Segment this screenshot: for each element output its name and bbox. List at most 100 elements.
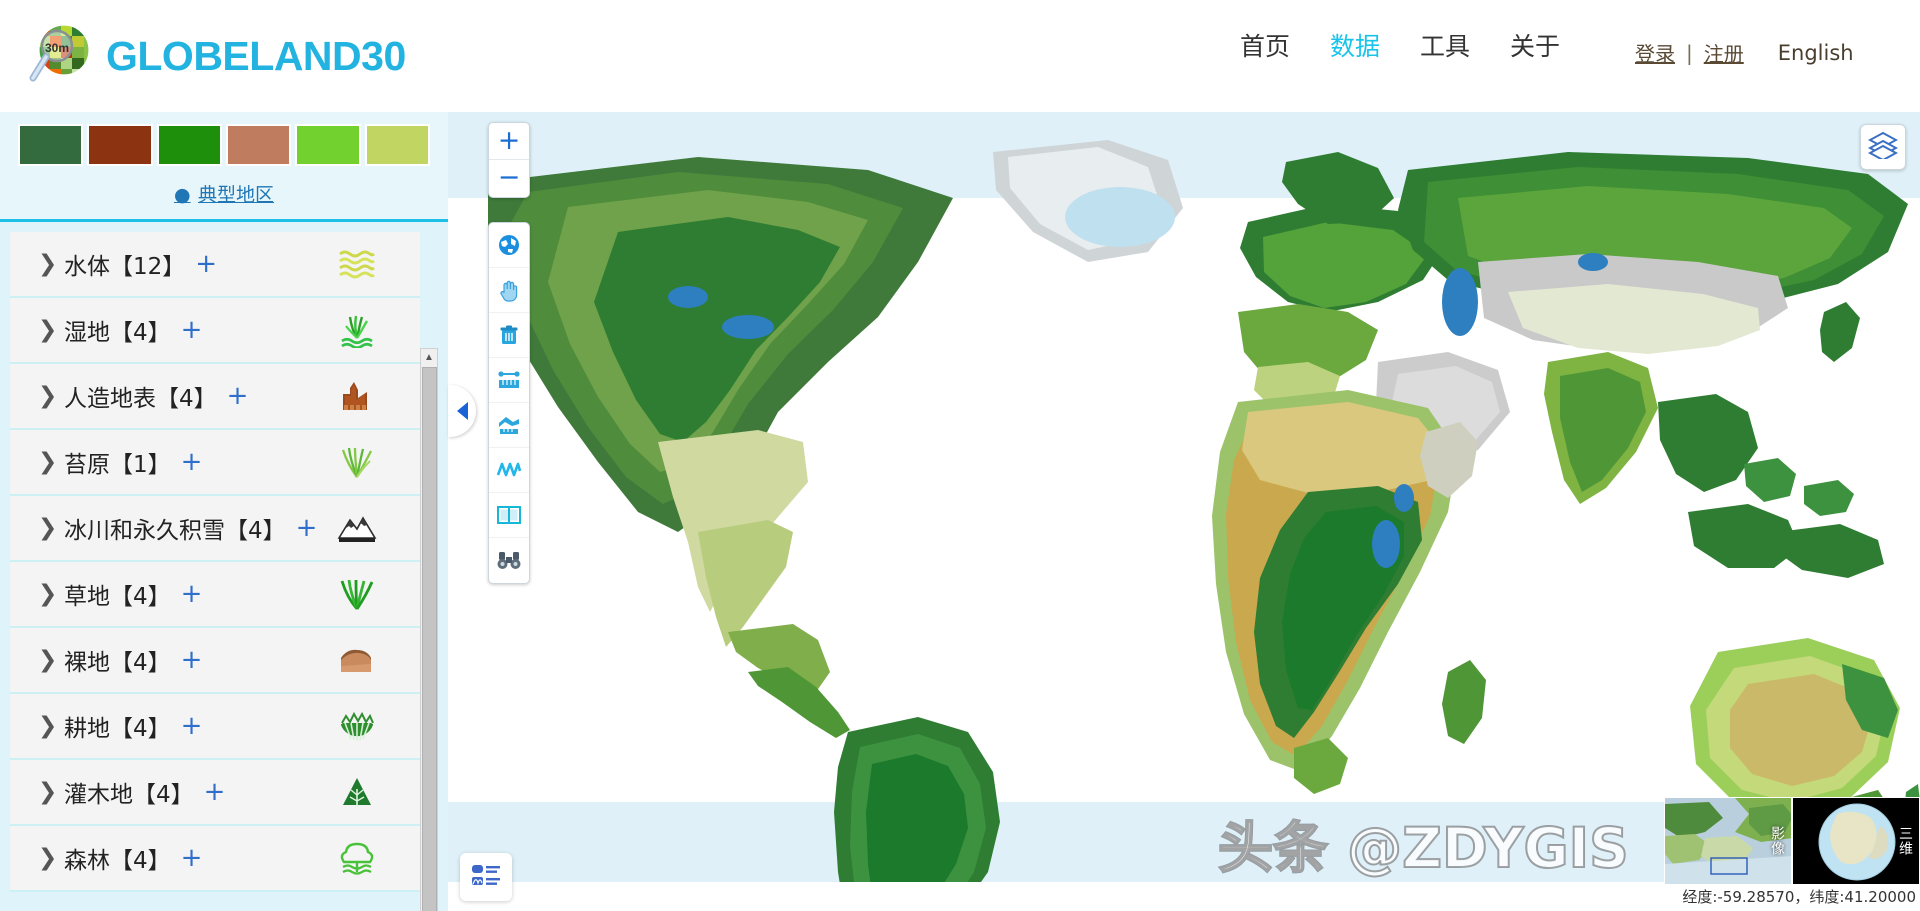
data-sidebar: ● 典型地区 ❯ 水体 【12】 + ❯ 湿地 【4】 + ❯ 人造地表 【4】… <box>0 112 448 911</box>
site-header: 30m GLOBELAND30 首页 数据 工具 关于 登录 | 注册 Engl… <box>0 0 1920 112</box>
category-label: 冰川和永久积雪 <box>64 518 225 544</box>
binoculars-icon[interactable] <box>489 538 529 583</box>
category-label: 草地 <box>64 584 110 610</box>
site-logo[interactable]: 30m GLOBELAND30 <box>24 20 406 92</box>
category-row-wetland[interactable]: ❯ 湿地 【4】 + <box>10 298 420 364</box>
color-swatch-0[interactable] <box>18 124 84 166</box>
basemap-thumbnails: 影像 三维 <box>1664 797 1920 885</box>
login-link[interactable]: 登录 <box>1635 38 1675 67</box>
chevron-right-icon[interactable]: ❯ <box>38 449 64 475</box>
category-row-bare-land[interactable]: ❯ 裸地 【4】 + <box>10 628 420 694</box>
nav-item-tools[interactable]: 工具 <box>1420 34 1470 59</box>
typical-area-link[interactable]: ● 典型地区 <box>0 166 448 222</box>
map-tool-strip <box>488 222 530 584</box>
category-add-button[interactable]: + <box>181 315 203 345</box>
measure-area-icon[interactable] <box>489 403 529 448</box>
language-switch-link[interactable]: English <box>1778 41 1854 65</box>
category-row-water[interactable]: ❯ 水体 【12】 + <box>10 232 420 298</box>
category-list[interactable]: ❯ 水体 【12】 + ❯ 湿地 【4】 + ❯ 人造地表 【4】 + ❯ 苔原… <box>10 232 438 892</box>
category-add-button[interactable]: + <box>204 777 226 807</box>
color-swatch-5[interactable] <box>364 124 430 166</box>
category-label: 森林 <box>64 848 110 874</box>
trash-icon[interactable] <box>489 313 529 358</box>
category-row-glacier-snow[interactable]: ❯ 冰川和永久积雪 【4】 + <box>10 496 420 562</box>
coordinate-readout: 经度:-59.28570，纬度:41.20000 <box>1682 888 1916 906</box>
category-count: 【4】 <box>133 782 194 808</box>
nav-separator: | <box>1686 40 1693 65</box>
chevron-right-icon[interactable]: ❯ <box>38 317 64 343</box>
polyline-icon[interactable] <box>489 448 529 493</box>
layers-button[interactable] <box>1860 124 1906 170</box>
category-add-button[interactable]: + <box>227 381 249 411</box>
scroll-up-arrow[interactable]: ▲ <box>421 349 437 366</box>
bare-land-icon <box>336 639 378 681</box>
category-label: 灌木地 <box>64 782 133 808</box>
category-count: 【4】 <box>110 716 171 742</box>
category-add-button[interactable]: + <box>195 249 217 279</box>
category-row-tundra[interactable]: ❯ 苔原 【1】 + <box>10 430 420 496</box>
category-add-button[interactable]: + <box>181 843 203 873</box>
chevron-right-icon[interactable]: ❯ <box>38 251 64 277</box>
zoom-in-button[interactable]: + <box>489 123 529 160</box>
pan-hand-icon[interactable] <box>489 268 529 313</box>
color-swatch-2[interactable] <box>156 124 222 166</box>
category-count: 【12】 <box>110 254 186 280</box>
category-add-button[interactable]: + <box>181 447 203 477</box>
globe-3d-thumbnail[interactable]: 三维 <box>1792 797 1920 885</box>
shrub-tree-icon <box>336 771 378 813</box>
category-add-button[interactable]: + <box>181 711 203 741</box>
nav-item-home[interactable]: 首页 <box>1240 34 1290 59</box>
chevron-right-icon[interactable]: ❯ <box>38 383 64 409</box>
category-row-grassland[interactable]: ❯ 草地 【4】 + <box>10 562 420 628</box>
chevron-right-icon[interactable]: ❯ <box>38 515 64 541</box>
zoom-out-button[interactable]: − <box>489 160 529 197</box>
color-swatch-row <box>0 112 448 166</box>
category-label: 苔原 <box>64 452 110 478</box>
category-add-button[interactable]: + <box>296 513 318 543</box>
category-label: 水体 <box>64 254 110 280</box>
sidebar-scrollbar[interactable]: ▲ ▼ <box>420 348 438 911</box>
map-viewport[interactable]: + − 头条 @ZDYGIS 影像 三维 经度:-59.28570，纬度:41.… <box>448 112 1920 911</box>
svg-text:30m: 30m <box>45 41 69 55</box>
chevron-right-icon[interactable]: ❯ <box>38 713 64 739</box>
split-view-icon[interactable] <box>489 493 529 538</box>
scrollbar-thumb[interactable] <box>422 367 437 911</box>
globe-3d-thumbnail-label: 三维 <box>1897 826 1913 856</box>
nav-item-about[interactable]: 关于 <box>1510 34 1560 59</box>
category-row-cultivated-land[interactable]: ❯ 耕地 【4】 + <box>10 694 420 760</box>
color-swatch-3[interactable] <box>225 124 292 166</box>
map-zoom-control: + − <box>488 122 530 198</box>
logo-wordmark: GLOBELAND30 <box>106 32 406 79</box>
category-row-artificial-surface[interactable]: ❯ 人造地表 【4】 + <box>10 364 420 430</box>
category-add-button[interactable]: + <box>181 579 203 609</box>
chevron-left-icon <box>456 402 468 420</box>
category-count: 【4】 <box>110 650 171 676</box>
register-link[interactable]: 注册 <box>1704 38 1744 67</box>
legend-icon <box>469 860 503 895</box>
color-swatch-4[interactable] <box>295 124 361 166</box>
measure-distance-icon[interactable] <box>489 358 529 403</box>
chevron-right-icon[interactable]: ❯ <box>38 845 64 871</box>
typical-area-label: 典型地区 <box>198 184 275 206</box>
category-label: 耕地 <box>64 716 110 742</box>
tundra-grass-icon <box>336 441 378 483</box>
chevron-right-icon[interactable]: ❯ <box>38 779 64 805</box>
map-canvas[interactable] <box>448 112 1920 911</box>
legend-button[interactable] <box>460 853 512 901</box>
category-count: 【4】 <box>110 320 171 346</box>
category-count: 【4】 <box>156 386 217 412</box>
category-row-shrubland[interactable]: ❯ 灌木地 【4】 + <box>10 760 420 826</box>
color-swatch-1[interactable] <box>87 124 153 166</box>
category-add-button[interactable]: + <box>181 645 203 675</box>
nav-item-data[interactable]: 数据 <box>1330 34 1380 59</box>
chevron-right-icon[interactable]: ❯ <box>38 581 64 607</box>
category-row-forest[interactable]: ❯ 森林 【4】 + <box>10 826 420 892</box>
water-waves-icon <box>336 243 378 285</box>
globe-icon[interactable] <box>489 223 529 268</box>
category-count: 【1】 <box>110 452 171 478</box>
category-count: 【4】 <box>225 518 286 544</box>
globe-magnifier-logo-icon: 30m <box>24 20 96 92</box>
imagery-thumbnail[interactable]: 影像 <box>1664 797 1792 885</box>
chevron-right-icon[interactable]: ❯ <box>38 647 64 673</box>
forest-tree-icon <box>336 837 378 879</box>
